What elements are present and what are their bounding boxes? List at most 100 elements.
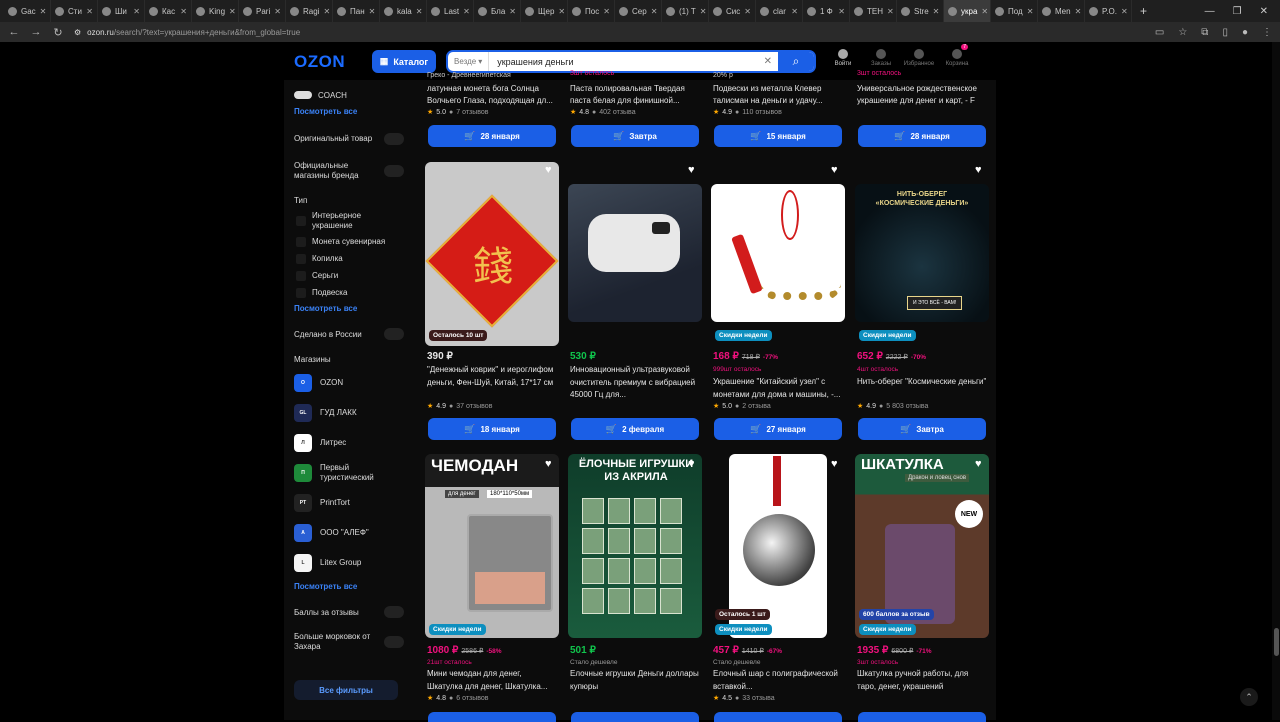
close-tab-icon[interactable]: ✕ — [651, 7, 658, 16]
browser-tab[interactable]: Бла ✕ — [474, 0, 521, 22]
product-title[interactable]: Универсальное рождественское — [857, 83, 987, 96]
official-toggle[interactable] — [384, 165, 404, 177]
original-toggle[interactable] — [384, 133, 404, 145]
browser-tab[interactable]: Pari ✕ — [239, 0, 286, 22]
ozon-logo[interactable]: OZON — [294, 52, 345, 72]
close-tab-icon[interactable]: ✕ — [509, 7, 516, 16]
product-title[interactable]: "Денежный коврик" и иероглифом деньги, Ф… — [427, 364, 559, 389]
product-title[interactable]: Инновационный ультразвуковой очиститель … — [570, 364, 702, 402]
delivery-date-button[interactable] — [571, 712, 699, 722]
favorite-heart-icon[interactable]: ♥ — [688, 164, 695, 176]
product-card[interactable]: ♥ 530 ₽ Инновационный ультразвуковой очист… — [568, 160, 702, 450]
original-toggle-row[interactable]: Оригинальный товар — [294, 128, 404, 150]
delivery-date-button[interactable]: 🛒 Завтра — [858, 418, 986, 440]
type-filter-option[interactable]: Серьги — [294, 270, 404, 282]
minimize-icon[interactable]: — — [1205, 6, 1215, 17]
close-tab-icon[interactable]: ✕ — [1121, 7, 1128, 16]
header-heart-button[interactable]: Избранное — [904, 49, 934, 67]
more-carrots-row[interactable]: Больше морковок от Захара — [294, 631, 404, 653]
close-tab-icon[interactable]: ✕ — [791, 7, 798, 16]
type-filter-option[interactable]: Подвеска — [294, 287, 404, 299]
product-card[interactable]: 20% р Подвески из металла Клевер талисман … — [711, 70, 845, 150]
carrots-toggle[interactable] — [384, 636, 404, 648]
header-cart-button[interactable]: 7 Корзина — [944, 44, 970, 67]
product-card[interactable]: ЁЛОЧНЫЕ ИГРУШКИ ИЗ АКРИЛА ♥ 501 ₽ Стало деш… — [568, 454, 702, 722]
browser-tab[interactable]: King ✕ — [192, 0, 239, 22]
browser-tab[interactable]: Под ✕ — [991, 0, 1038, 22]
browser-tab[interactable]: Сис ✕ — [709, 0, 756, 22]
browser-tab[interactable]: Ши ✕ — [98, 0, 145, 22]
browser-tab[interactable]: TEH ✕ — [850, 0, 897, 22]
browser-tab[interactable]: Last ✕ — [427, 0, 474, 22]
checkbox[interactable] — [296, 254, 306, 264]
reload-icon[interactable]: ↻ — [52, 26, 64, 39]
close-tab-icon[interactable]: ✕ — [603, 7, 610, 16]
product-card[interactable]: ♥ Скидки недели 168 ₽718 ₽ -77% 999шт остало… — [711, 160, 845, 450]
delivery-date-button[interactable]: 🛒 18 января — [428, 418, 556, 440]
type-filter-option[interactable]: Монета сувенирная — [294, 236, 404, 248]
close-tab-icon[interactable]: ✕ — [133, 7, 140, 16]
checkbox[interactable] — [296, 216, 306, 226]
see-all-types-link[interactable]: Посмотреть все — [294, 304, 404, 313]
browser-tab[interactable]: Сер ✕ — [615, 0, 662, 22]
product-title[interactable]: латунная монета бога Солнца — [427, 83, 557, 96]
delivery-date-button[interactable]: 🛒 2 февраля — [571, 418, 699, 440]
shop-filter-option[interactable]: GL ГУД ЛАКК — [294, 402, 404, 424]
product-title[interactable]: Паста полировальная Твердая — [570, 83, 700, 96]
url-field[interactable]: ⚙ ozon.ru/search/?text=украшения+деньги&… — [74, 28, 300, 37]
product-image[interactable]: ЧЕМОДАН для денег 180*110*50мм — [425, 454, 559, 638]
browser-tab[interactable]: укра ✕ — [944, 0, 991, 22]
favorite-heart-icon[interactable]: ♥ — [975, 164, 982, 176]
close-tab-icon[interactable]: ✕ — [558, 7, 565, 16]
made-in-russia-row[interactable]: Сделано в России — [294, 327, 404, 341]
delivery-date-button[interactable]: 🛒 15 января — [714, 125, 842, 147]
browser-tab[interactable]: Пос ✕ — [568, 0, 615, 22]
see-all-brands-link[interactable]: Посмотреть все — [294, 107, 404, 116]
product-title[interactable]: Подвески из металла Клевер — [713, 83, 843, 96]
delivery-date-button[interactable] — [858, 712, 986, 722]
close-tab-icon[interactable]: ✕ — [323, 7, 330, 16]
favorite-heart-icon[interactable]: ♥ — [545, 164, 552, 176]
product-title[interactable]: Елочный шар с полиграфической вставкой..… — [713, 668, 845, 693]
favorite-heart-icon[interactable]: ♥ — [545, 458, 552, 470]
clear-search-icon[interactable]: ✕ — [758, 56, 778, 67]
browser-tab[interactable]: Gac ✕ — [4, 0, 51, 22]
shop-filter-option[interactable]: Л Литрес — [294, 432, 404, 454]
forward-icon[interactable]: → — [30, 26, 42, 38]
browser-tab[interactable]: Кас ✕ — [145, 0, 192, 22]
close-tab-icon[interactable]: ✕ — [463, 7, 470, 16]
product-title[interactable]: Елочные игрушки Деньги доллары купюры — [570, 668, 702, 693]
close-tab-icon[interactable]: ✕ — [887, 7, 894, 16]
browser-tab[interactable]: 1 Ф ✕ — [803, 0, 850, 22]
bookmark-star-icon[interactable]: ☆ — [1178, 27, 1187, 38]
menu-kebab-icon[interactable]: ⋮ — [1262, 27, 1272, 38]
product-card[interactable]: 3шт осталось Паста полировальная Твердая п… — [568, 70, 702, 150]
product-title[interactable]: Украшение "Китайский узел" с монетами дл… — [713, 376, 845, 401]
scroll-to-top-button[interactable]: ⌃ — [1240, 688, 1258, 706]
back-icon[interactable]: ← — [8, 26, 20, 38]
favorite-heart-icon[interactable]: ♥ — [975, 458, 982, 470]
browser-tab[interactable]: clar ✕ — [756, 0, 803, 22]
product-image[interactable]: 錢 — [425, 162, 559, 346]
favorite-heart-icon[interactable]: ♥ — [688, 458, 695, 470]
shop-filter-option[interactable]: O OZON — [294, 372, 404, 394]
favorite-heart-icon[interactable]: ♥ — [831, 458, 838, 470]
browser-tab[interactable]: Пан ✕ — [333, 0, 380, 22]
product-title[interactable]: Нить-оберег "Космические деньги" — [857, 376, 989, 389]
close-tab-icon[interactable]: ✕ — [933, 7, 940, 16]
delivery-date-button[interactable]: 🛒 Завтра — [571, 125, 699, 147]
search-button[interactable]: ⌕ — [778, 52, 814, 71]
delivery-date-button[interactable]: 🛒 28 января — [858, 125, 986, 147]
checkbox[interactable] — [296, 288, 306, 298]
shop-filter-option[interactable]: A ООО "АЛЕФ" — [294, 522, 404, 544]
search-input[interactable] — [489, 56, 758, 67]
close-tab-icon[interactable]: ✕ — [274, 7, 281, 16]
close-tab-icon[interactable]: ✕ — [180, 7, 187, 16]
browser-tab[interactable]: Щер ✕ — [521, 0, 568, 22]
product-image[interactable] — [711, 184, 845, 322]
delivery-date-button[interactable] — [428, 712, 556, 722]
shop-filter-option[interactable]: П Первый туристический — [294, 462, 404, 484]
type-filter-option[interactable]: Копилка — [294, 253, 404, 265]
product-image[interactable] — [568, 184, 702, 322]
delivery-date-button[interactable]: 🛒 28 января — [428, 125, 556, 147]
